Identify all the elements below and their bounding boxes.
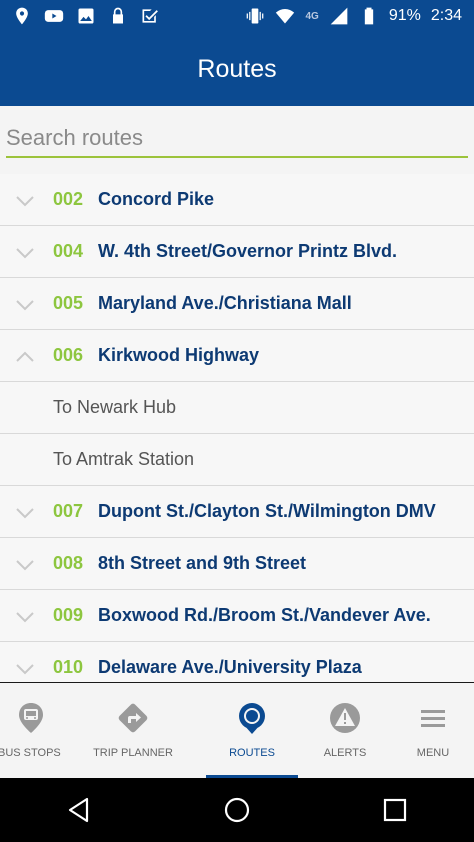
route-row-005[interactable]: 005 Maryland Ave./Christiana Mall (0, 278, 474, 330)
image-icon (76, 6, 96, 26)
tab-label: MENU (416, 747, 450, 759)
route-number: 004 (53, 241, 84, 261)
route-name: Maryland Ave./Christiana Mall (98, 293, 352, 313)
route-number: 006 (53, 345, 84, 365)
chevron-down-icon (15, 558, 35, 570)
tab-routes[interactable]: ROUTES (206, 683, 298, 778)
back-icon[interactable] (59, 790, 99, 830)
recents-icon[interactable] (375, 790, 415, 830)
route-row-010[interactable]: 010 Delaware Ave./University Plaza (0, 642, 474, 682)
home-icon[interactable] (217, 790, 257, 830)
checkbox-icon (140, 6, 160, 26)
system-nav-bar (0, 778, 474, 842)
network-type: 4G (305, 10, 319, 22)
route-number: 009 (53, 605, 84, 625)
status-system: 4G 91% 2:34 (245, 6, 462, 26)
chevron-down-icon (15, 246, 35, 258)
alert-icon (328, 701, 362, 735)
route-number: 008 (53, 553, 84, 573)
route-row-009[interactable]: 009 Boxwood Rd./Broom St./Vandever Ave. (0, 590, 474, 642)
status-bar: 4G 91% 2:34 (0, 0, 474, 32)
chevron-down-icon (15, 610, 35, 622)
route-row-004[interactable]: 004 W. 4th Street/Governor Printz Blvd. (0, 226, 474, 278)
route-number: 007 (53, 501, 84, 521)
route-name: W. 4th Street/Governor Printz Blvd. (98, 241, 398, 261)
direction-item-newark-hub[interactable]: To Newark Hub (0, 382, 474, 434)
chevron-down-icon (15, 194, 35, 206)
chevron-up-icon (15, 350, 35, 362)
route-name: Kirkwood Highway (98, 345, 260, 365)
signal-icon (329, 6, 349, 26)
route-name: Dupont St./Clayton St./Wilmington DMV (98, 501, 436, 521)
route-name: 8th Street and 9th Street (98, 553, 307, 573)
battery-level: 91% (388, 7, 421, 24)
lock-icon (108, 6, 128, 26)
route-name: Delaware Ave./University Plaza (98, 657, 362, 677)
route-row-008[interactable]: 008 8th Street and 9th Street (0, 538, 474, 590)
route-number: 002 (53, 189, 84, 209)
route-row-006[interactable]: 006 Kirkwood Highway (0, 330, 474, 382)
search-bar (0, 106, 474, 174)
route-name: Concord Pike (98, 189, 215, 209)
route-row-002[interactable]: 002 Concord Pike (0, 174, 474, 226)
trip-planner-icon (116, 701, 150, 735)
tab-trip-planner[interactable]: TRIP PLANNER (60, 683, 206, 778)
battery-icon (359, 6, 379, 26)
chevron-down-icon (15, 298, 35, 310)
chevron-down-icon (15, 506, 35, 518)
route-number: 005 (53, 293, 84, 313)
tab-label: BUS STOPS (0, 747, 61, 759)
wifi-icon (275, 6, 295, 26)
route-row-007[interactable]: 007 Dupont St./Clayton St./Wilmington DM… (0, 486, 474, 538)
tab-bus-stops[interactable]: BUS STOPS (0, 683, 61, 778)
tab-menu[interactable]: MENU (392, 683, 474, 778)
page-title: Routes (197, 54, 277, 83)
routes-pin-icon (235, 701, 269, 735)
tab-label: TRIP PLANNER (93, 747, 173, 759)
clock: 2:34 (430, 7, 462, 24)
bus-stop-icon (14, 701, 48, 735)
route-list[interactable]: 002 Concord Pike 004 W. 4th Street/Gover… (0, 174, 474, 682)
vibrate-icon (245, 6, 265, 26)
bottom-tab-bar: BUS STOPS TRIP PLANNER ROUTES ALERTS MEN… (0, 682, 474, 778)
app-header: Routes (0, 32, 474, 106)
status-notifications (12, 6, 160, 26)
chevron-down-icon (15, 662, 35, 674)
tab-label: ALERTS (323, 747, 367, 759)
route-name: Boxwood Rd./Broom St./Vandever Ave. (98, 605, 431, 625)
location-icon (12, 6, 32, 26)
youtube-icon (44, 6, 64, 26)
tab-alerts[interactable]: ALERTS (298, 683, 392, 778)
route-number: 010 (53, 657, 84, 677)
menu-icon (416, 701, 450, 735)
search-input[interactable] (6, 124, 468, 158)
tab-label: ROUTES (229, 747, 275, 759)
direction-item-amtrak-station[interactable]: To Amtrak Station (0, 434, 474, 486)
